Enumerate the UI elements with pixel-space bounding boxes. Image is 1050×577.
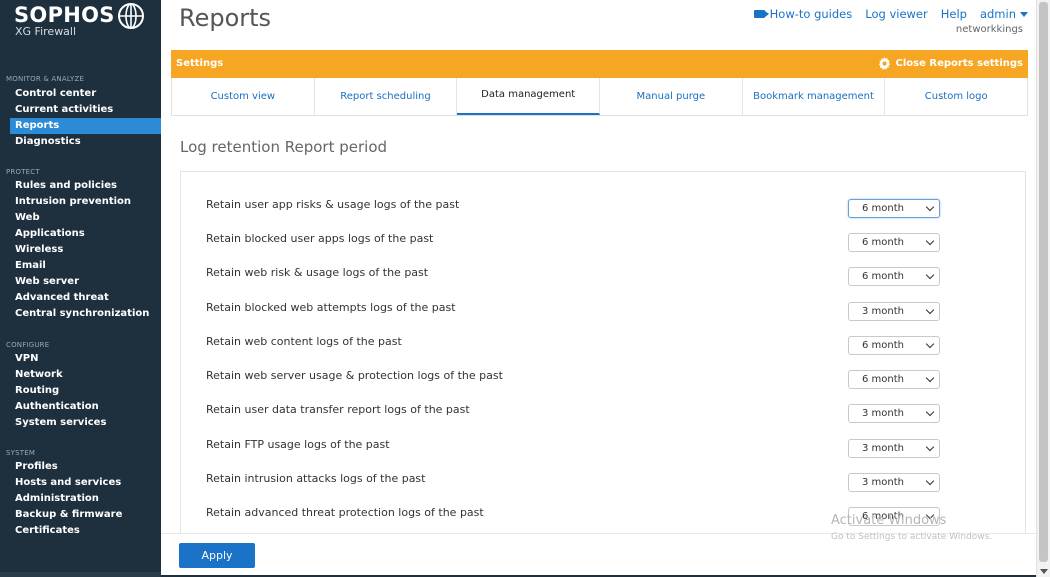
user-menu[interactable]: admin [980,7,1028,21]
tab-report-scheduling[interactable]: Report scheduling [315,78,458,115]
sidebar-item-central-synchronization[interactable]: Central synchronization [10,306,161,322]
retention-row: Retain user app risks & usage logs of th… [206,196,941,218]
chevron-down-icon [925,305,935,315]
retention-panel: Retain user app risks & usage logs of th… [180,171,1026,541]
section-heading: Log retention Report period [180,138,388,156]
help-link[interactable]: Help [941,7,967,21]
retention-row: Retain intrusion attacks logs of the pas… [206,470,941,492]
apply-button[interactable]: Apply [179,543,255,568]
top-links: How-to guides Log viewer Help admin [753,7,1028,21]
retention-label: Retain web content logs of the past [206,335,402,348]
sidebar-item-control-center[interactable]: Control center [10,86,161,102]
close-reports-settings-button[interactable]: Close Reports settings [878,57,1023,70]
chevron-down-icon [925,476,935,486]
retention-row: Retain web risk & usage logs of the past… [206,264,941,286]
retention-period-select[interactable]: 3 month [848,404,940,423]
chevron-down-icon [925,236,935,246]
brand-logo[interactable]: SOPHOS XG Firewall [14,3,115,38]
sidebar-item-current-activities[interactable]: Current activities [10,102,161,118]
retention-row: Retain user data transfer report logs of… [206,401,941,423]
retention-label: Retain web risk & usage logs of the past [206,266,429,279]
how-to-guides-link[interactable]: How-to guides [753,7,852,21]
retention-label: Retain advanced threat protection logs o… [206,506,484,519]
activation-watermark-subtitle: Go to Settings to activate Windows. [831,532,993,542]
retention-row: Retain FTP usage logs of the past 3 mont… [206,436,941,458]
retention-period-select[interactable]: 6 month [848,336,940,355]
retention-label: Retain user app risks & usage logs of th… [206,198,460,211]
tab-manual-purge[interactable]: Manual purge [600,78,743,115]
section-monitor-analyze: MONITOR & ANALYZE [6,75,85,83]
retention-period-select[interactable]: 6 month [848,199,940,218]
retention-label: Retain blocked web attempts logs of the … [206,301,456,314]
activation-watermark-title: Activate Windows [831,513,947,528]
globe-icon [118,3,144,29]
sidebar-item-email[interactable]: Email [10,258,161,274]
retention-row: Retain web content logs of the past 6 mo… [206,333,941,355]
user-name: admin [979,7,1016,21]
tab-custom-logo[interactable]: Custom logo [885,78,1027,115]
sidebar-item-rules-and-policies[interactable]: Rules and policies [10,178,161,194]
tab-data-management[interactable]: Data management [457,78,601,115]
retention-label: Retain blocked user apps logs of the pas… [206,232,434,245]
retention-period-select[interactable]: 6 month [848,267,940,286]
scrollbar-thumb[interactable] [1039,2,1048,562]
retention-label: Retain FTP usage logs of the past [206,438,390,451]
sidebar-item-reports[interactable]: Reports [10,118,161,134]
retention-period-select[interactable]: 3 month [848,439,940,458]
sidebar-item-intrusion-prevention[interactable]: Intrusion prevention [10,194,161,210]
tab-custom-view[interactable]: Custom view [172,78,315,115]
sidebar-item-web[interactable]: Web [10,210,161,226]
retention-period-select[interactable]: 6 month [848,233,940,252]
retention-label: Retain user data transfer report logs of… [206,403,470,416]
page-title: Reports [179,4,272,32]
sidebar-item-network[interactable]: Network [10,367,161,383]
close-reports-settings-label: Close Reports settings [895,58,1023,69]
sidebar-item-diagnostics[interactable]: Diagnostics [10,134,161,150]
sidebar: SOPHOS XG Firewall MONITOR & ANALYZE Con… [0,0,161,577]
log-viewer-link[interactable]: Log viewer [865,7,927,21]
video-camera-icon [753,9,769,18]
sidebar-item-vpn[interactable]: VPN [10,351,161,367]
sidebar-item-applications[interactable]: Applications [10,226,161,242]
sidebar-item-authentication[interactable]: Authentication [10,399,161,415]
sidebar-item-web-server[interactable]: Web server [10,274,161,290]
retention-period-select[interactable]: 3 month [848,473,940,492]
sidebar-item-wireless[interactable]: Wireless [10,242,161,258]
retention-row: Retain web server usage & protection log… [206,367,941,389]
org-name: networkkings [955,24,1023,35]
sidebar-item-profiles[interactable]: Profiles [10,459,161,475]
chevron-down-icon [925,202,935,212]
sidebar-item-system-services[interactable]: System services [10,415,161,431]
retention-row: Retain blocked web attempts logs of the … [206,299,941,321]
tab-bookmark-management[interactable]: Bookmark management [743,78,886,115]
retention-row: Retain blocked user apps logs of the pas… [206,230,941,252]
retention-label: Retain intrusion attacks logs of the pas… [206,472,426,485]
sidebar-footer [0,572,161,577]
section-system: SYSTEM [6,449,36,457]
sidebar-item-administration[interactable]: Administration [10,491,161,507]
chevron-down-icon [925,407,935,417]
settings-bar: Settings Close Reports settings [171,50,1028,78]
caret-down-icon [1020,12,1028,17]
sidebar-item-advanced-threat[interactable]: Advanced threat [10,290,161,306]
settings-tabs: Custom view Report scheduling Data manag… [171,78,1028,116]
retention-period-select[interactable]: 6 month [848,370,940,389]
section-protect: PROTECT [6,168,40,176]
retention-period-select[interactable]: 3 month [848,302,940,321]
sidebar-item-certificates[interactable]: Certificates [10,523,161,539]
settings-label: Settings [176,58,224,69]
sidebar-item-hosts-and-services[interactable]: Hosts and services [10,475,161,491]
chevron-down-icon [925,373,935,383]
scroll-down-arrow-icon[interactable] [1040,569,1048,574]
chevron-down-icon [925,339,935,349]
chevron-down-icon [925,270,935,280]
gear-icon [878,57,890,70]
brand-name: SOPHOS [14,3,115,27]
chevron-down-icon [925,442,935,452]
section-configure: CONFIGURE [6,341,50,349]
retention-label: Retain web server usage & protection log… [206,369,503,382]
sidebar-item-backup-firmware[interactable]: Backup & firmware [10,507,161,523]
vertical-scrollbar[interactable] [1036,0,1050,577]
sidebar-item-routing[interactable]: Routing [10,383,161,399]
